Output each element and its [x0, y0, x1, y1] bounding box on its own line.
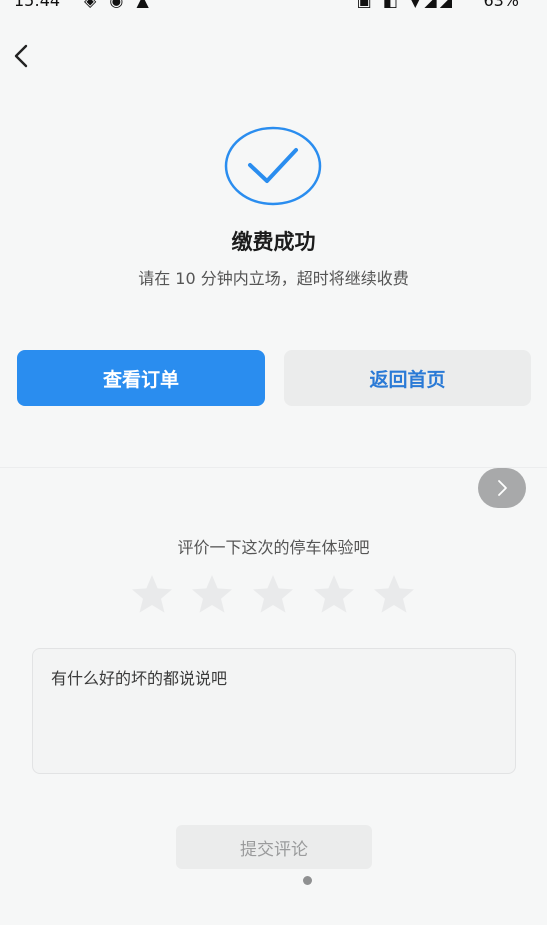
payment-success-subtitle: 请在 10 分钟内立场，超时将继续收费: [138, 269, 409, 288]
payment-success-title: 缴费成功: [231, 230, 316, 254]
back-button[interactable]: [6, 40, 36, 72]
submit-review-button[interactable]: 提交评论: [176, 825, 372, 869]
rating-prompt: 评价一下这次的停车体验吧: [177, 538, 370, 557]
check-circle-icon: [224, 126, 322, 206]
section-divider: [0, 467, 547, 468]
page-indicator-dot: [303, 876, 312, 885]
status-time: 15:44: [14, 0, 61, 10]
star-4-icon[interactable]: [311, 573, 357, 615]
battery-level: 63%: [483, 0, 519, 10]
notification-icons: ◈ ◉ ▲: [84, 0, 153, 10]
back-home-button[interactable]: 返回首页: [284, 350, 531, 406]
next-button[interactable]: [478, 468, 526, 508]
chevron-right-icon: [498, 480, 507, 496]
star-2-icon[interactable]: [189, 573, 235, 615]
comment-input[interactable]: [32, 648, 516, 774]
star-3-icon[interactable]: [250, 573, 296, 615]
signal-icons: ▣ ◧ ▼◢◢: [356, 0, 455, 10]
view-order-button[interactable]: 查看订单: [17, 350, 265, 406]
star-1-icon[interactable]: [129, 573, 175, 615]
chevron-left-icon: [14, 44, 28, 68]
status-bar: 15:44 ◈ ◉ ▲ ▣ ◧ ▼◢◢ 63%: [0, 0, 547, 14]
star-rating: [129, 573, 419, 617]
star-5-icon[interactable]: [371, 573, 417, 615]
